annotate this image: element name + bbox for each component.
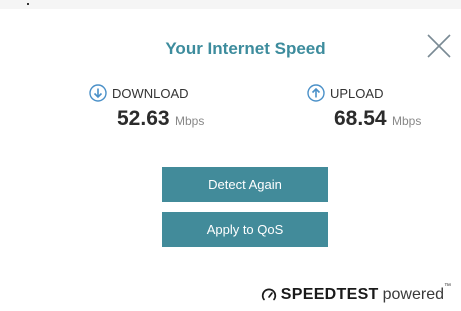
download-value: 52.63	[117, 107, 170, 130]
powered-word: powered	[382, 286, 444, 303]
upload-label: UPLOAD	[330, 85, 384, 101]
internet-speed-dialog: Your Internet Speed DOWNLOAD 52.63 Mbps	[0, 9, 461, 311]
dialog-title: Your Internet Speed	[165, 39, 326, 58]
download-label-row: DOWNLOAD	[89, 83, 219, 103]
speedtest-gauge-icon	[261, 288, 276, 301]
download-label: DOWNLOAD	[112, 85, 189, 101]
download-value-row: 52.63 Mbps	[117, 107, 219, 131]
arrow-down-circle-icon	[89, 84, 107, 102]
upload-unit: Mbps	[392, 114, 422, 128]
speedtest-branding: SPEEDTEST powered™	[261, 283, 451, 304]
powered-text: powered™	[382, 283, 451, 304]
speedtest-brand-name: SPEEDTEST	[280, 286, 379, 303]
apply-to-qos-button[interactable]: Apply to QoS	[162, 212, 328, 247]
detect-again-button[interactable]: Detect Again	[162, 167, 328, 202]
download-unit: Mbps	[175, 114, 205, 128]
upload-value-row: 68.54 Mbps	[334, 107, 437, 131]
top-bar-mark	[27, 3, 29, 5]
upload-value: 68.54	[334, 107, 387, 130]
top-bar	[0, 0, 461, 9]
upload-label-row: UPLOAD	[307, 83, 437, 103]
download-stat: DOWNLOAD 52.63 Mbps	[89, 83, 219, 131]
arrow-up-circle-icon	[307, 84, 325, 102]
close-icon[interactable]	[426, 33, 452, 59]
speedtest-page: Your Internet Speed DOWNLOAD 52.63 Mbps	[0, 0, 461, 311]
upload-stat: UPLOAD 68.54 Mbps	[307, 83, 437, 131]
trademark-symbol: ™	[444, 283, 451, 290]
